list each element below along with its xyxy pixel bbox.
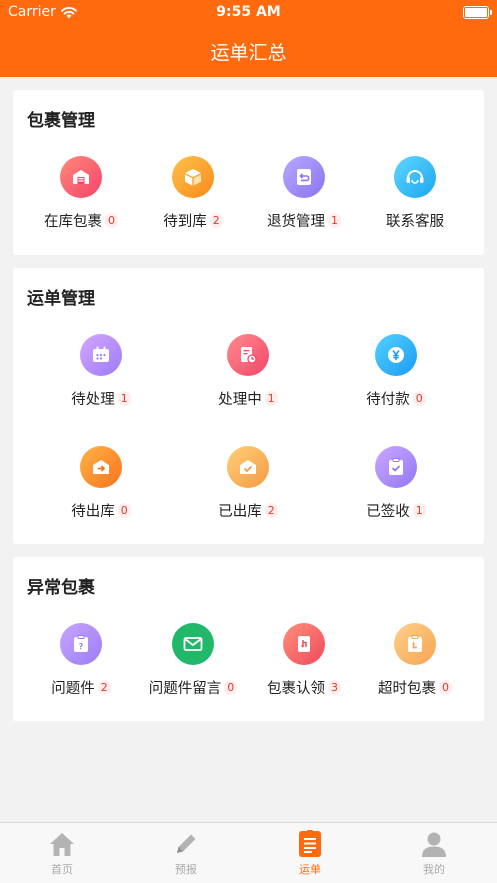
- item-label: 已出库: [218, 504, 262, 520]
- tab-label: 预报: [175, 863, 197, 876]
- grid-item-shipped[interactable]: 已出库 2: [188, 446, 308, 521]
- headset-icon: [394, 156, 436, 198]
- tab-label: 运单: [299, 863, 321, 876]
- question-icon: ?: [60, 623, 102, 665]
- item-label: 退货管理: [267, 214, 325, 230]
- grid-item-processing[interactable]: 处理中 1: [188, 334, 308, 409]
- warehouse-icon: [60, 156, 102, 198]
- grid-item-awaiting-payment[interactable]: 待付款 0: [336, 334, 456, 409]
- processing-doc-icon: [227, 334, 269, 376]
- home-icon: [47, 829, 77, 859]
- tab-forecast[interactable]: 预报: [146, 829, 226, 877]
- section-parcel-management: 包裹管理 在库包裹 0 待到库 2 退货管理 1 联系客服: [13, 90, 484, 255]
- item-label: 待出库: [71, 504, 115, 520]
- item-label: 联系客服: [386, 214, 444, 230]
- signed-icon: [375, 446, 417, 488]
- svg-text:?: ?: [79, 642, 84, 651]
- tab-label: 我的: [423, 863, 445, 876]
- count-badge: 2: [264, 503, 278, 518]
- box-icon: [172, 156, 214, 198]
- grid-item-returns[interactable]: 退货管理 1: [244, 156, 364, 231]
- timeout-icon: [394, 623, 436, 665]
- grid-item-awaiting-outbound[interactable]: 待出库 0: [41, 446, 161, 521]
- page-title: 运单汇总: [210, 42, 287, 64]
- grid-item-parcel-claim[interactable]: 包裹认领 3: [244, 623, 364, 698]
- grid-item-timeout-parcel[interactable]: 超时包裹 0: [355, 623, 475, 698]
- return-icon: [283, 156, 325, 198]
- count-badge: 0: [412, 391, 426, 406]
- grid-item-problem-parcel[interactable]: ? 问题件 2: [21, 623, 141, 698]
- count-badge: 2: [97, 680, 111, 695]
- count-badge: 1: [412, 503, 426, 518]
- outbound-icon: [80, 446, 122, 488]
- count-badge: 0: [117, 503, 131, 518]
- yen-icon: [375, 334, 417, 376]
- app-header: Carrier 9:55 AM 运单汇总: [0, 0, 497, 77]
- section-title: 异常包裹: [27, 578, 95, 598]
- bottom-tab-bar: 首页 预报 运单 我的: [0, 822, 497, 883]
- claim-icon: [283, 623, 325, 665]
- section-title: 包裹管理: [27, 111, 95, 131]
- count-badge: 3: [328, 680, 341, 695]
- tab-home[interactable]: 首页: [22, 829, 102, 877]
- grid-item-awaiting-arrival[interactable]: 待到库 2: [133, 156, 253, 231]
- item-label: 待付款: [366, 392, 410, 408]
- tab-label: 首页: [51, 863, 73, 876]
- calendar-icon: [80, 334, 122, 376]
- count-badge: 0: [105, 213, 118, 228]
- user-icon: [419, 829, 449, 859]
- waybill-icon: [295, 829, 325, 859]
- grid-item-in-stock[interactable]: 在库包裹 0: [21, 156, 141, 231]
- item-label: 问题件留言: [148, 681, 222, 697]
- count-badge: 1: [264, 391, 278, 406]
- section-abnormal-parcels: 异常包裹 ? 问题件 2 问题件留言 0 包裹认领 3 超时包裹 0: [13, 557, 484, 721]
- shipped-icon: [227, 446, 269, 488]
- item-label: 已签收: [366, 504, 410, 520]
- count-badge: 0: [224, 680, 238, 695]
- count-badge: 1: [117, 391, 131, 406]
- status-bar: Carrier 9:55 AM: [0, 0, 497, 26]
- grid-item-customer-service[interactable]: 联系客服: [355, 156, 475, 231]
- item-label: 待处理: [71, 392, 115, 408]
- item-label: 处理中: [218, 392, 262, 408]
- tab-waybill[interactable]: 运单: [270, 829, 350, 877]
- item-label: 问题件: [51, 681, 95, 697]
- status-time: 9:55 AM: [216, 4, 281, 20]
- grid-item-pending[interactable]: 待处理 1: [41, 334, 161, 409]
- battery-icon: [463, 6, 492, 19]
- section-title: 运单管理: [27, 289, 95, 309]
- grid-item-signed[interactable]: 已签收 1: [336, 446, 456, 521]
- tab-mine[interactable]: 我的: [394, 829, 474, 877]
- mail-icon: [172, 623, 214, 665]
- count-badge: 1: [328, 213, 341, 228]
- item-label: 包裹认领: [267, 681, 325, 697]
- grid-item-problem-message[interactable]: 问题件留言 0: [133, 623, 253, 698]
- count-badge: 0: [439, 680, 452, 695]
- section-waybill-management: 运单管理 待处理 1 处理中 1 待付款 0 待出库 0 已出库 2 已签收 1: [13, 268, 484, 544]
- pencil-icon: [171, 829, 201, 859]
- item-label: 在库包裹: [44, 214, 102, 230]
- count-badge: 2: [209, 213, 223, 228]
- item-label: 待到库: [163, 214, 207, 230]
- item-label: 超时包裹: [378, 681, 436, 697]
